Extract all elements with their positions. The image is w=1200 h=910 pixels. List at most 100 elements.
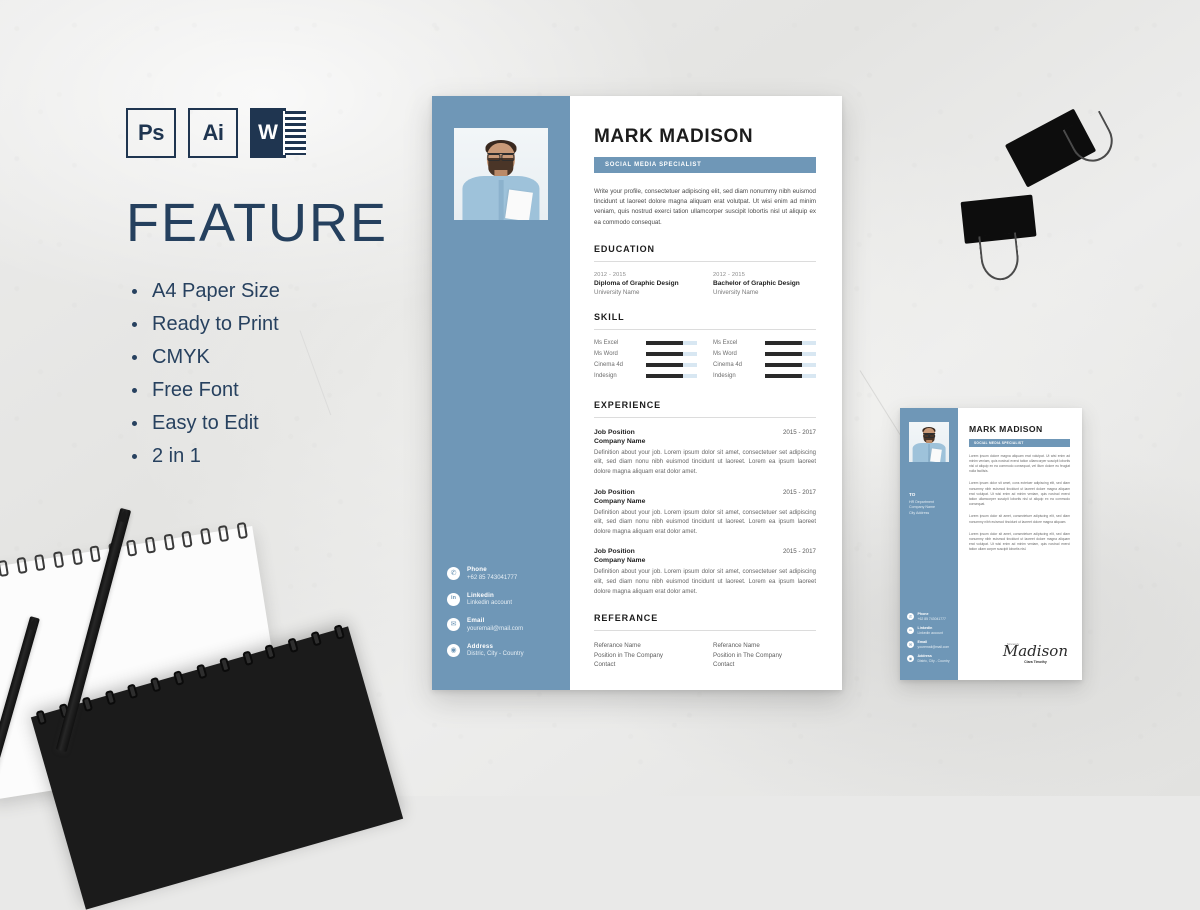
phone-icon: ✆ xyxy=(447,567,460,580)
education-degree: Bachelor of Graphic Design xyxy=(713,279,800,287)
spiral-ring xyxy=(104,689,116,706)
experience-date: 2015 - 2017 xyxy=(782,428,816,436)
word-icon-page xyxy=(283,111,306,155)
list-item: 2 in 1 xyxy=(126,443,396,469)
skill-item: Indesign xyxy=(713,373,816,379)
divider xyxy=(594,328,816,330)
divider xyxy=(594,416,816,418)
education-item: 2012 - 2015 Bachelor of Graphic Design U… xyxy=(713,272,816,296)
contact-address: ◉ Address Distric, City - Country xyxy=(907,654,954,663)
spiral-ring xyxy=(52,551,65,569)
contact-label: Phone xyxy=(467,566,487,573)
spiral-ring xyxy=(126,539,138,557)
skill-item: Indesign xyxy=(594,373,697,379)
skill-item: Ms Word xyxy=(594,351,697,357)
education-item: 2012 - 2015 Diploma of Graphic Design Un… xyxy=(594,272,697,296)
linkedin-icon: in xyxy=(907,626,914,634)
referance-name: Referance Name xyxy=(713,642,760,650)
job-title-bar: SOCIAL MEDIA SPECIALIST xyxy=(969,439,1070,447)
contact-label: Linkedin xyxy=(917,626,933,630)
contact-linkedin: in Linkedin Linkedin account xyxy=(907,626,954,635)
contact-list: ✆ Phone +62 85 743041777 in Linkedin Lin… xyxy=(907,612,954,668)
skill-label: Cinema 4d xyxy=(594,361,624,368)
contact-value: Linkedin account xyxy=(917,630,943,635)
email-icon: ✉ xyxy=(447,618,460,631)
referance-contact: Contact xyxy=(713,661,735,669)
skill-fill xyxy=(765,374,802,378)
word-icon-label: W xyxy=(250,108,286,158)
list-item: CMYK xyxy=(126,344,396,370)
spiral-ring xyxy=(71,548,83,566)
skill-bar xyxy=(646,341,697,345)
glasses-icon xyxy=(487,152,515,162)
spiral-ring xyxy=(0,559,10,577)
spiral-ring xyxy=(163,533,175,551)
experience-description: Definition about your job. Lorem ipsum d… xyxy=(594,449,816,475)
education-date: 2012 - 2015 xyxy=(594,271,627,278)
contact-list: ✆ Phone +62 85 743041777 in Linkedin Lin… xyxy=(447,566,562,668)
clip-wire xyxy=(978,232,1021,283)
spiral-ring xyxy=(173,670,185,686)
contact-value: Distric, City - Country xyxy=(917,658,950,663)
contact-label: Phone xyxy=(917,612,929,616)
contact-value: youremail@mail.com xyxy=(467,625,524,632)
spiral-ring xyxy=(310,630,323,647)
address-icon: ◉ xyxy=(447,643,460,657)
skill-bar xyxy=(765,363,816,367)
skill-bar xyxy=(646,363,697,367)
spiral-ring xyxy=(218,524,230,543)
contact-linkedin: in Linkedin Linkedin account xyxy=(447,592,562,606)
referance-position: Position in The Company xyxy=(594,651,664,659)
contact-label: Email xyxy=(917,640,928,644)
skill-fill xyxy=(646,374,683,378)
shirt-placket xyxy=(498,179,504,220)
photoshop-icon-label: Ps xyxy=(138,120,164,145)
spiral-ring xyxy=(241,650,254,667)
spiral-ring xyxy=(16,556,28,575)
cover-main: MARK MADISON SOCIAL MEDIA SPECIALIST Lor… xyxy=(958,408,1082,680)
contact-value: +62 85 743041777 xyxy=(917,616,946,621)
contact-email: ✉ Email youremail@mail.com xyxy=(447,617,562,632)
list-item: Free Font xyxy=(126,377,396,403)
divider xyxy=(594,630,816,632)
skill-bar xyxy=(646,374,697,378)
skill-item: Ms Word xyxy=(713,351,816,357)
spiral-ring xyxy=(89,545,101,563)
portrait-illustration xyxy=(454,128,548,220)
spiral-ring xyxy=(144,536,157,554)
skill-item: Ms Excel xyxy=(713,340,816,346)
contact-label: Address xyxy=(467,642,494,650)
contact-value: Distric, City - Country xyxy=(467,651,524,657)
cover-sidebar: TO HR Department Company Name City Addre… xyxy=(900,408,958,680)
held-paper xyxy=(504,189,534,220)
education-list: 2012 - 2015 Diploma of Graphic Design Un… xyxy=(594,272,816,296)
skill-fill xyxy=(765,341,802,345)
contact-phone: ✆ Phone +62 85 743041777 xyxy=(447,566,562,581)
referance-item: Referance Name Position in The Company C… xyxy=(594,641,697,670)
section-heading-skill: SKILL xyxy=(594,311,625,322)
resume-page: ✆ Phone +62 85 743041777 in Linkedin Lin… xyxy=(432,96,842,690)
skill-fill xyxy=(646,352,683,356)
skill-fill xyxy=(765,363,802,367)
experience-item: Job Position 2015 - 2017 Company Name De… xyxy=(594,548,816,597)
experience-header: Job Position 2015 - 2017 xyxy=(594,548,816,555)
spiral-ring xyxy=(264,643,277,660)
skill-bar xyxy=(765,374,816,378)
signature-name: Clara Timothy xyxy=(1024,660,1047,664)
referance-position: Position in The Company xyxy=(713,651,783,659)
app-icon-row: Ps Ai W xyxy=(126,108,396,158)
skill-item: Cinema 4d xyxy=(594,362,697,368)
recipient-block: TO HR Department Company Name City Addre… xyxy=(909,492,952,516)
skill-list: Ms Excel Ms Word Cinema 4d Indesign Ms E… xyxy=(594,340,816,384)
education-date: 2012 - 2015 xyxy=(713,271,746,278)
contact-label: Address xyxy=(917,654,932,658)
photoshop-icon: Ps xyxy=(126,108,176,158)
skill-label: Ms Excel xyxy=(594,339,619,346)
avatar xyxy=(454,128,548,220)
recipient-label: TO xyxy=(909,492,916,497)
skill-item: Ms Excel xyxy=(594,340,697,346)
portrait-illustration xyxy=(909,422,949,462)
illustrator-icon: Ai xyxy=(188,108,238,158)
experience-company: Company Name xyxy=(594,437,646,445)
spiral-ring xyxy=(287,637,300,654)
